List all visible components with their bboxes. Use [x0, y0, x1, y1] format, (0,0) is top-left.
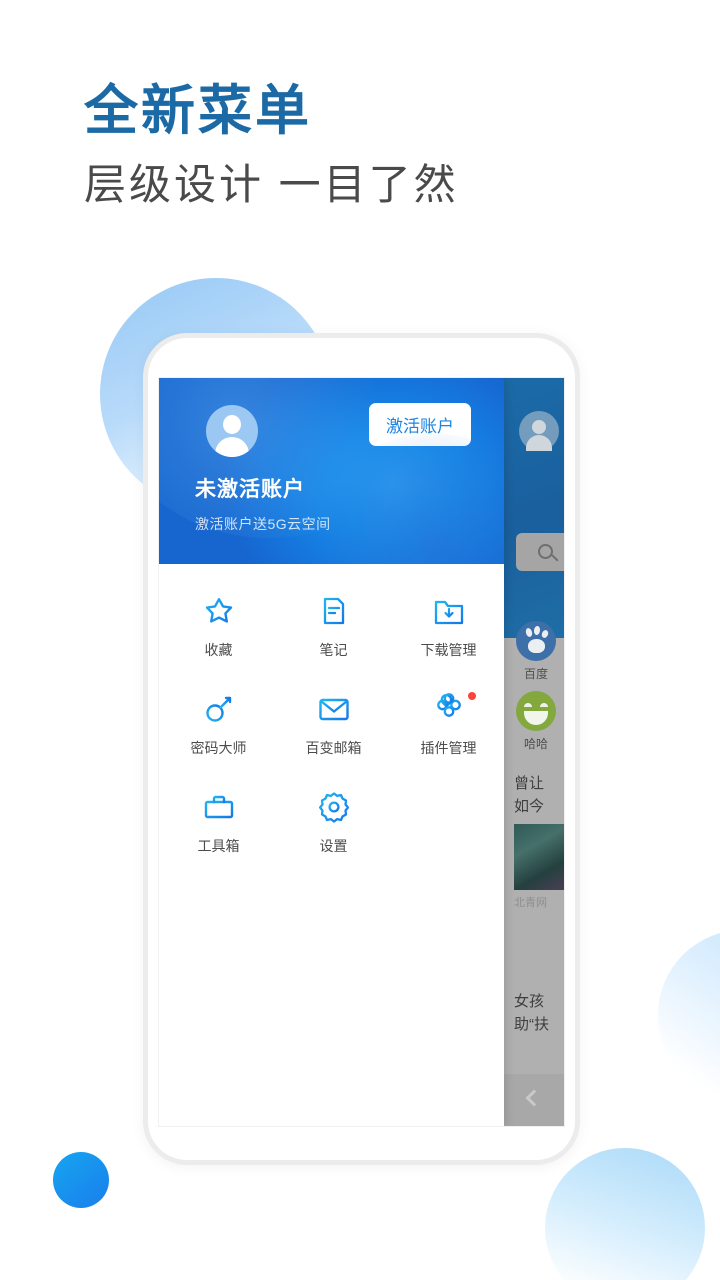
background-search-box[interactable]: [516, 533, 564, 571]
phone-screen: 百度 哈哈 曾让 如今 北青网 女孩 助“扶 激活账户 未激活账户 激活账户送5…: [158, 377, 565, 1127]
phone-mockup: 百度 哈哈 曾让 如今 北青网 女孩 助“扶 激活账户 未激活账户 激活账户送5…: [143, 333, 580, 1165]
smiley-icon: [516, 691, 556, 731]
note-icon: [317, 594, 351, 628]
news-title-line: 曾让: [514, 775, 545, 792]
search-icon-handle: [551, 554, 559, 562]
background-avatar[interactable]: [519, 411, 559, 451]
background-site-haha[interactable]: 哈哈: [514, 691, 558, 752]
menu-item-notes[interactable]: 笔记: [276, 594, 391, 660]
background-browser-layer[interactable]: 百度 哈哈 曾让 如今 北青网 女孩 助“扶: [502, 378, 564, 1126]
background-bottom-bar[interactable]: [502, 1074, 564, 1126]
activate-account-button[interactable]: 激活账户: [369, 403, 471, 446]
account-header: 激活账户 未激活账户 激活账户送5G云空间: [159, 378, 504, 564]
menu-item-label: 百变邮箱: [305, 740, 362, 756]
menu-item-label: 插件管理: [420, 740, 477, 756]
news-source: 北青网: [514, 897, 547, 909]
star-icon: [202, 594, 236, 628]
menu-item-favorites[interactable]: 收藏: [161, 594, 276, 660]
chevron-left-icon[interactable]: [525, 1089, 543, 1107]
avatar[interactable]: [206, 405, 258, 457]
decorative-circle-right: [658, 930, 720, 1100]
menu-item-label: 密码大师: [190, 740, 247, 756]
background-news-item[interactable]: 曾让 如今 北青网: [514, 773, 564, 910]
baidu-paw-icon: [516, 621, 556, 661]
background-news-item[interactable]: 女孩 助“扶: [514, 991, 564, 1036]
menu-item-mailbox[interactable]: 百变邮箱: [276, 692, 391, 758]
download-folder-icon: [432, 594, 466, 628]
menu-item-label: 笔记: [319, 642, 348, 658]
promo-subheadline: 层级设计 一目了然: [84, 160, 459, 208]
mail-icon: [317, 692, 351, 726]
menu-grid: 收藏 笔记 下载管理 密码大师 百变邮箱 插件管理 工具箱 设置: [161, 564, 504, 856]
account-tip: 激活账户送5G云空间: [195, 516, 331, 532]
key-icon: [202, 692, 236, 726]
menu-item-label: 收藏: [204, 642, 233, 658]
menu-item-settings[interactable]: 设置: [276, 790, 391, 856]
background-site-label: 百度: [523, 667, 548, 681]
news-thumbnail: [514, 824, 564, 890]
promo-page: 全新菜单 层级设计 一目了然 百度 哈哈 曾让 如今 北青网 女孩 助“扶 激活…: [0, 0, 720, 1280]
status-badge: [468, 692, 476, 700]
background-header: [502, 378, 564, 638]
menu-item-label: 工具箱: [197, 838, 240, 854]
menu-item-downloads[interactable]: 下载管理: [391, 594, 506, 660]
menu-item-label: 下载管理: [420, 642, 477, 658]
toolbox-icon: [202, 790, 236, 824]
menu-panel: 激活账户 未激活账户 激活账户送5G云空间 收藏 笔记 下载管理 密码大师 百变…: [159, 378, 504, 1126]
gear-icon: [317, 790, 351, 824]
account-name: 未激活账户: [195, 478, 305, 501]
news-title-line: 女孩: [514, 993, 545, 1010]
plugin-icon: [432, 692, 466, 726]
menu-item-plugins[interactable]: 插件管理: [391, 692, 506, 758]
promo-headline-block: 全新菜单 层级设计 一目了然: [84, 80, 459, 210]
search-icon: [538, 544, 553, 559]
background-site-baidu[interactable]: 百度: [514, 621, 558, 682]
menu-item-toolbox[interactable]: 工具箱: [161, 790, 276, 856]
decorative-circle-bottom-left: [53, 1152, 109, 1208]
decorative-circle-bottom-right: [545, 1148, 705, 1280]
background-site-label: 哈哈: [523, 737, 548, 751]
menu-item-password-master[interactable]: 密码大师: [161, 692, 276, 758]
news-title-line: 助“扶: [514, 1015, 549, 1033]
news-title-line: 如今: [514, 797, 545, 815]
menu-item-label: 设置: [319, 838, 348, 854]
promo-headline: 全新菜单: [84, 81, 312, 141]
